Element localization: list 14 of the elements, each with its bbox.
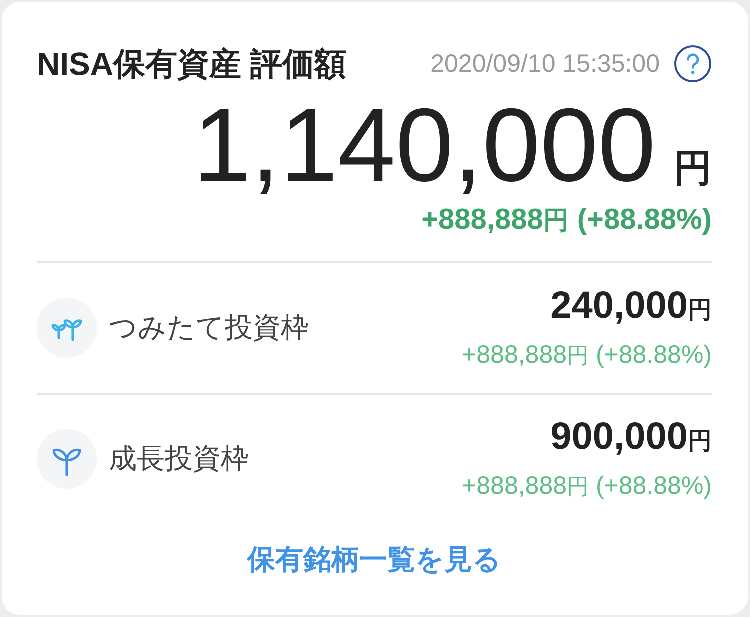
seedlings-icon xyxy=(37,298,97,358)
account-change: +888,888円 (+88.88%) xyxy=(462,471,712,502)
total-change: +888,888円 (+88.88%) xyxy=(422,203,712,238)
account-name: 成長投資枠 xyxy=(109,442,249,476)
account-name: つみたて投資枠 xyxy=(109,311,309,345)
holdings-list-link[interactable]: 保有銘柄一覧を見る xyxy=(248,540,502,580)
help-icon[interactable] xyxy=(674,45,712,83)
total-amount: 1,140,000 円 xyxy=(193,94,712,198)
account-amount: 240,000円 xyxy=(550,284,712,329)
timestamp: 2020/09/10 15:35:00 xyxy=(430,52,660,76)
account-change: +888,888円 (+88.88%) xyxy=(462,340,712,371)
account-amount: 900,000円 xyxy=(550,415,712,460)
sprout-icon xyxy=(37,429,97,489)
card-title: NISA保有資産 評価額 xyxy=(37,48,346,80)
